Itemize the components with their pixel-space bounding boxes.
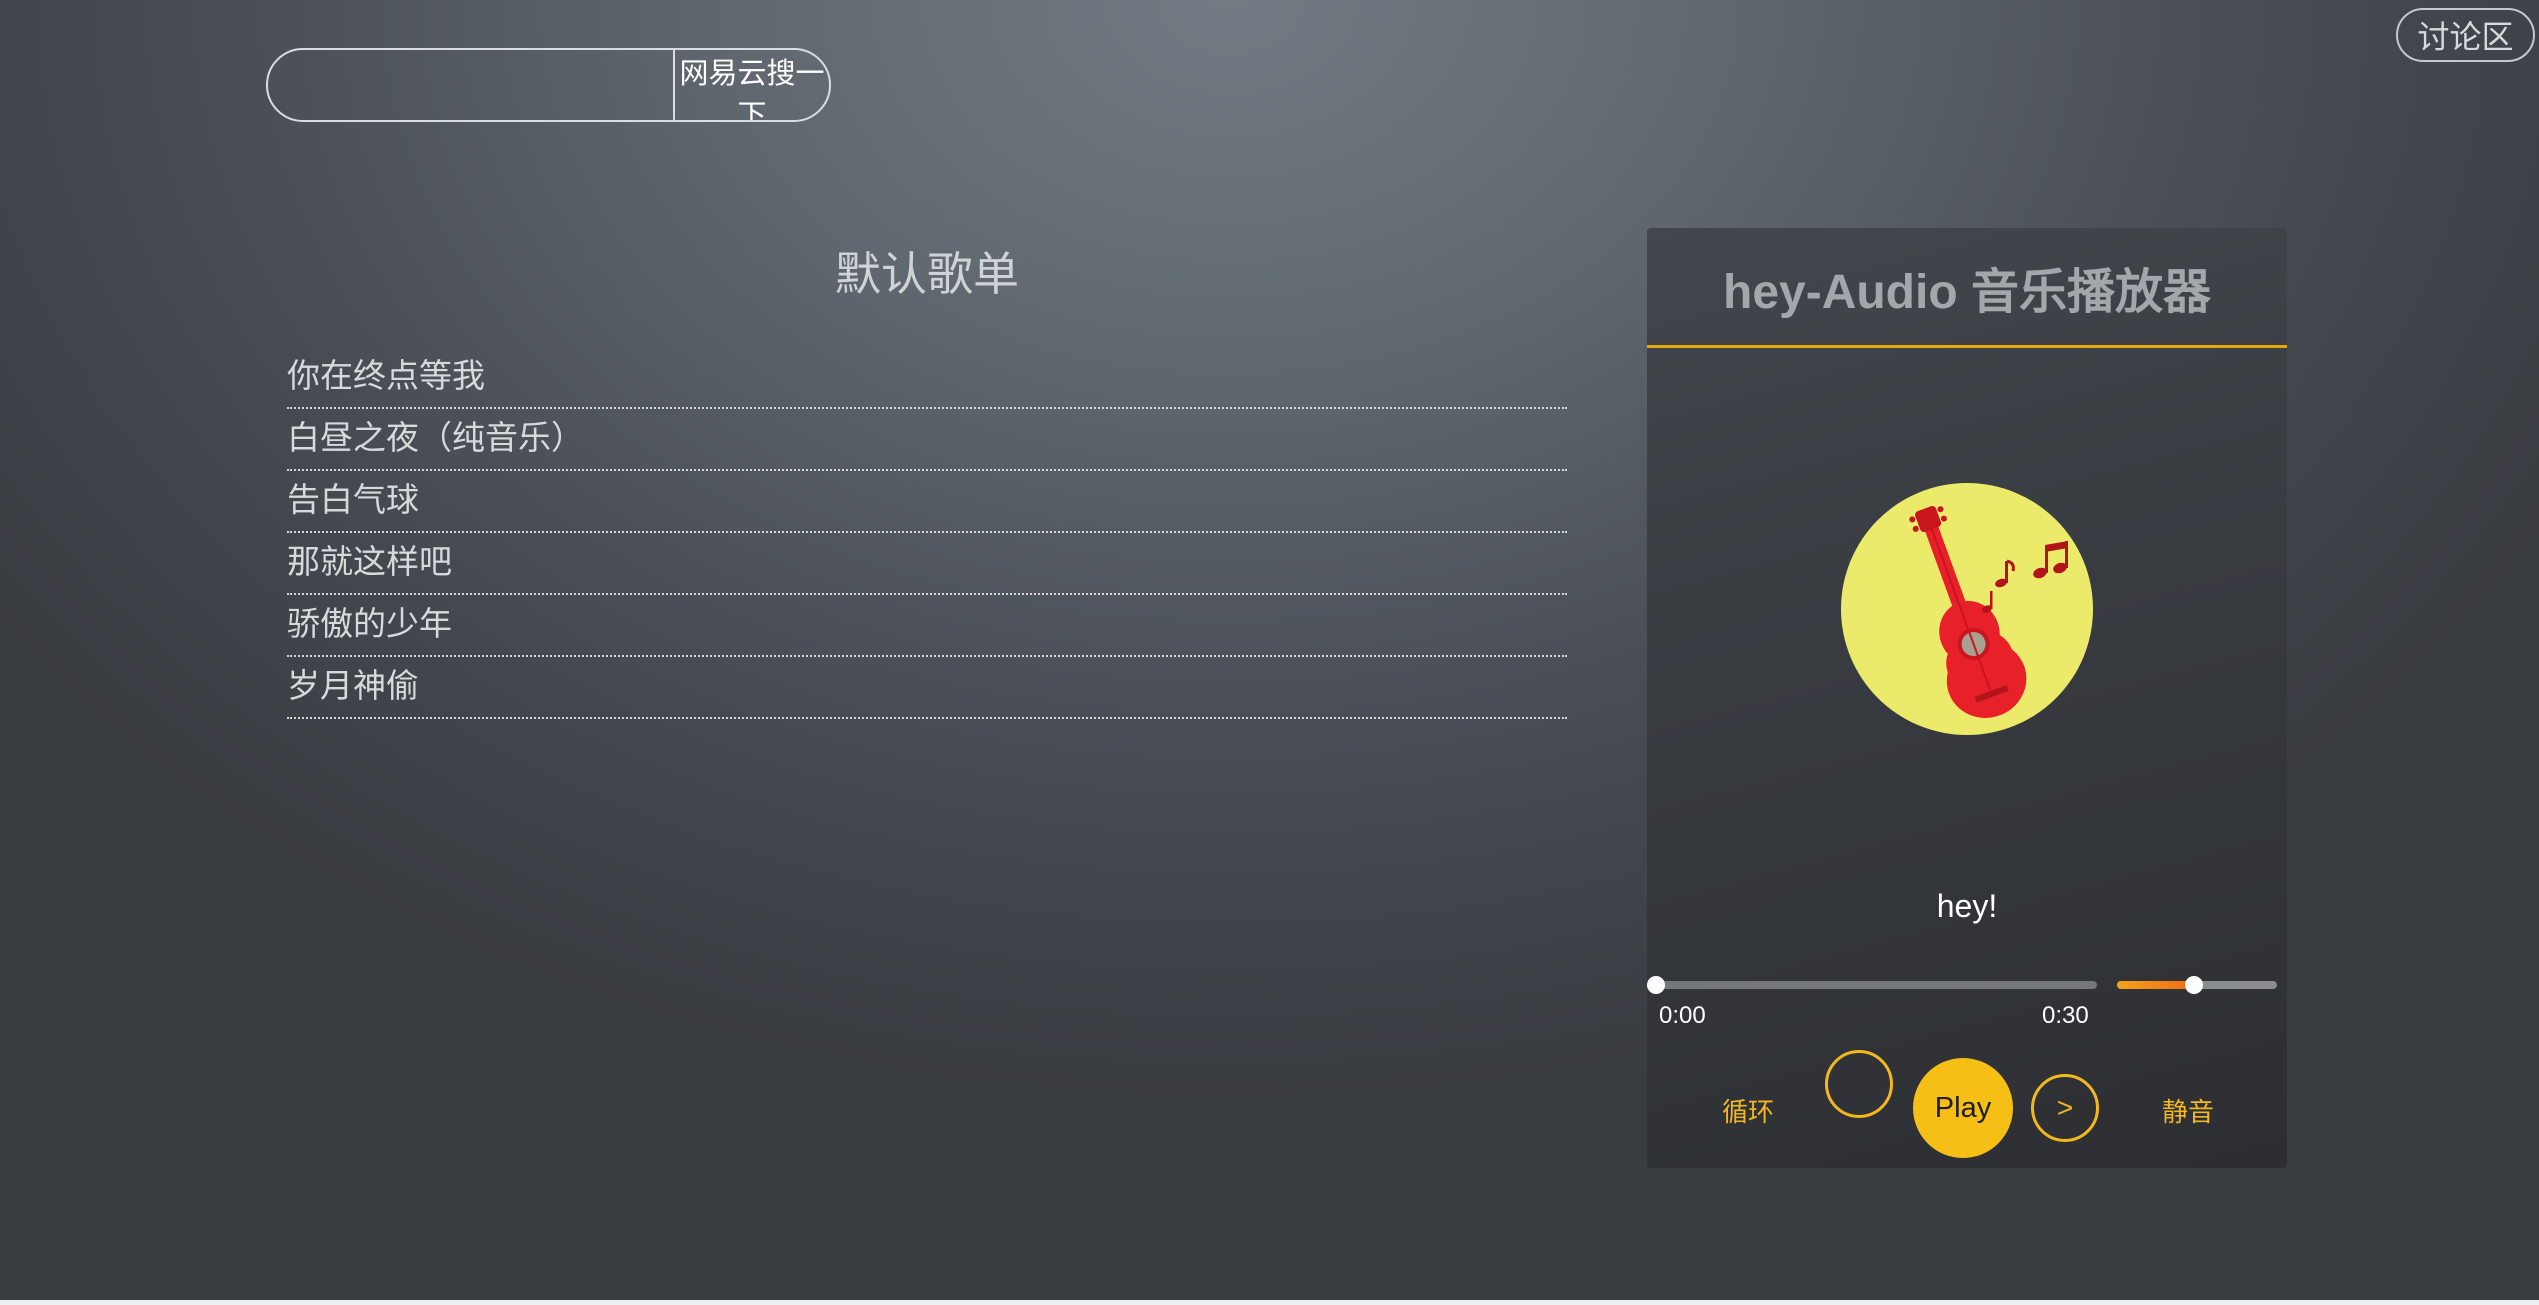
song-item[interactable]: 白昼之夜（纯音乐） [287, 409, 1567, 471]
song-item[interactable]: 那就这样吧 [287, 533, 1567, 595]
album-art [1841, 483, 2093, 735]
next-button[interactable]: > [2031, 1074, 2099, 1142]
current-song-name: hey! [1936, 888, 1998, 924]
guitar-music-notes-icon [1909, 506, 2068, 718]
progress-thumb[interactable] [1647, 976, 1665, 994]
volume-thumb[interactable] [2184, 976, 2203, 994]
song-item[interactable]: 你在终点等我 [287, 347, 1567, 409]
song-item[interactable]: 告白气球 [287, 471, 1567, 533]
playlist-title: 默认歌单 [835, 247, 1019, 301]
volume-fill [2117, 981, 2194, 989]
player-title: hey-Audio 音乐播放器 [1723, 265, 2211, 319]
player-header: hey-Audio 音乐播放器 [1647, 228, 2287, 348]
previous-button[interactable] [1825, 1050, 1893, 1118]
song-item[interactable]: 岁月神偷 [287, 657, 1567, 719]
volume-slider[interactable] [2117, 976, 2277, 994]
forum-link[interactable]: 讨论区 [2396, 8, 2535, 62]
search-button[interactable]: 网易云搜一下 [675, 50, 829, 120]
audio-player: hey-Audio 音乐播放器 hey! 0:00 0:30 循环 Play >… [1647, 228, 2287, 1168]
current-time: 0:00 [1659, 1002, 1706, 1029]
progress-bar[interactable] [1647, 976, 2097, 994]
play-button[interactable]: Play [1913, 1058, 2013, 1158]
song-item[interactable]: 骄傲的少年 [287, 595, 1567, 657]
music-notes [1982, 541, 2068, 613]
loop-button[interactable]: 循环 [1722, 1092, 1774, 1129]
mute-button[interactable]: 静音 [2162, 1092, 2214, 1129]
total-time: 0:30 [2042, 1002, 2089, 1029]
song-list: 你在终点等我 白昼之夜（纯音乐） 告白气球 那就这样吧 骄傲的少年 岁月神偷 [287, 347, 1567, 719]
page-bottom-strip [0, 1300, 2539, 1305]
search-input[interactable] [268, 50, 675, 120]
search-bar: 网易云搜一下 [266, 48, 831, 122]
